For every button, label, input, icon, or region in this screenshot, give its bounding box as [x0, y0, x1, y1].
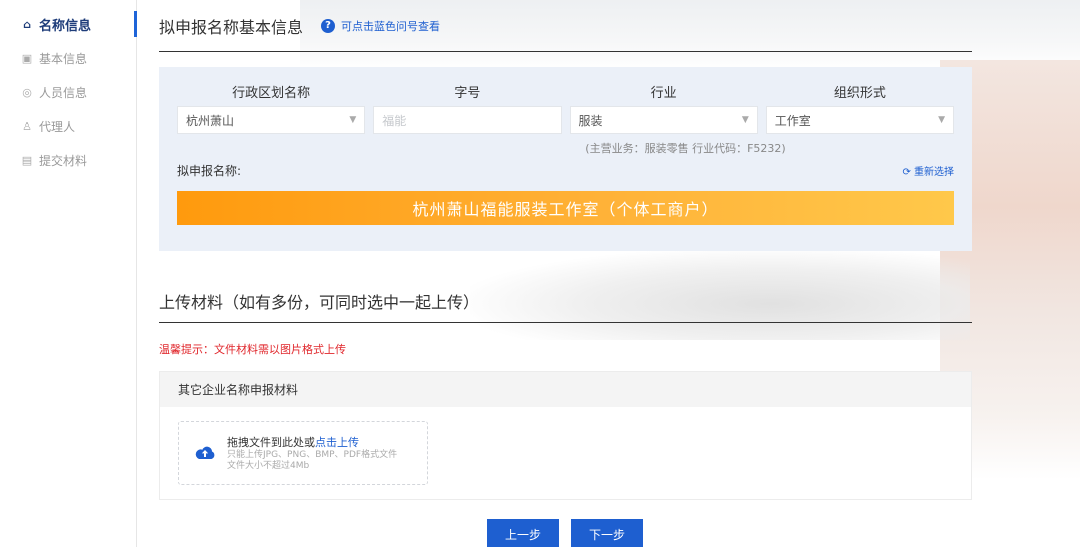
- drop-text: 拖拽文件到此处或: [227, 436, 315, 449]
- sidebar-item-agent[interactable]: ♙ 代理人: [0, 109, 136, 143]
- agent-icon: ♙: [22, 119, 32, 133]
- industry-select[interactable]: 服装 ▼: [569, 106, 758, 134]
- reselect-button[interactable]: ⟳ 重新选择: [902, 163, 954, 178]
- upload-warning: 温馨提示：文件材料需以图片格式上传: [159, 343, 346, 356]
- refresh-icon: ⟳: [902, 167, 914, 178]
- next-step-button[interactable]: 下一步: [571, 519, 643, 547]
- industry-value: 服装: [578, 113, 603, 128]
- click-upload-link[interactable]: 点击上传: [315, 436, 359, 449]
- sidebar-item-label: 基本信息: [39, 51, 88, 66]
- main-content: 拟申报名称基本信息 ? 可点击蓝色问号查看 行政区划名称 杭州萧山 ▼ 字号 福…: [159, 0, 972, 500]
- info-card-icon: ▣: [21, 51, 33, 65]
- sidebar-item-name-info[interactable]: ⌂ 名称信息: [0, 7, 137, 41]
- sidebar-item-label: 提交材料: [39, 153, 88, 168]
- person-circle-icon: ◎: [22, 85, 32, 99]
- cloud-upload-icon: [195, 446, 215, 459]
- industry-hint: (主营业务：服装零售 行业代码：F5232): [585, 142, 786, 155]
- sidebar: ⌂ 名称信息 ▣ 基本信息 ◎ 人员信息 ♙ 代理人 ▤ 提交材料: [0, 0, 137, 547]
- sidebar-item-label: 人员信息: [39, 85, 88, 100]
- proposed-name-label: 拟申报名称:: [177, 164, 242, 178]
- step-buttons: 上一步 下一步: [487, 519, 655, 547]
- home-icon: ⌂: [23, 17, 31, 31]
- proposed-name-bar: 杭州萧山福能服装工作室（个体工商户）: [177, 191, 954, 225]
- sidebar-item-submit-materials[interactable]: ▤ 提交材料: [0, 143, 136, 177]
- column-header-org-form: 组织形式: [833, 86, 886, 101]
- drop-hint-format: 只能上传JPG、PNG、BMP、PDF格式文件: [227, 450, 398, 460]
- name-section-header: 拟申报名称基本信息 ? 可点击蓝色问号查看: [159, 0, 972, 52]
- reselect-label: 重新选择: [914, 167, 954, 178]
- page: ⌂ 名称信息 ▣ 基本信息 ◎ 人员信息 ♙ 代理人 ▤ 提交材料 拟申报名称基…: [0, 0, 1080, 547]
- upload-panel-title: 其它企业名称申报材料: [160, 372, 971, 407]
- prev-step-button[interactable]: 上一步: [487, 519, 559, 547]
- drop-hint-size: 文件大小不超过4Mb: [227, 461, 310, 471]
- sidebar-item-label: 名称信息: [39, 18, 92, 34]
- upload-panel: 其它企业名称申报材料 拖拽文件到此处或点击上传 只能上传JPG、PNG、BMP、…: [159, 371, 972, 500]
- help-question-icon[interactable]: ?: [321, 18, 336, 33]
- sidebar-item-personnel[interactable]: ◎ 人员信息: [0, 75, 136, 109]
- document-icon: ▤: [21, 153, 33, 167]
- org-form-value: 工作室: [774, 113, 811, 128]
- sidebar-item-label: 代理人: [39, 119, 76, 134]
- name-form-panel: 行政区划名称 杭州萧山 ▼ 字号 福能 行业 服装 ▼ 组织形式 工作室 ▼ (…: [159, 67, 972, 251]
- sidebar-item-basic-info[interactable]: ▣ 基本信息: [0, 41, 136, 75]
- region-value: 杭州萧山: [186, 113, 235, 128]
- column-header-trade-name: 字号: [454, 86, 481, 101]
- chevron-down-icon: ▼: [349, 115, 357, 125]
- trade-name-placeholder: 福能: [382, 113, 407, 128]
- chevron-down-icon: ▼: [741, 115, 749, 125]
- region-select[interactable]: 杭州萧山 ▼: [177, 106, 366, 134]
- org-form-select[interactable]: 工作室 ▼: [765, 106, 954, 134]
- column-header-region: 行政区划名称: [232, 86, 311, 101]
- page-title: 拟申报名称基本信息: [159, 17, 304, 37]
- trade-name-input[interactable]: 福能: [373, 106, 562, 134]
- upload-section-header: 上传材料（如有多份，可同时选中一起上传）: [159, 279, 972, 323]
- help-link[interactable]: 可点击蓝色问号查看: [341, 18, 440, 34]
- file-drop-zone[interactable]: 拖拽文件到此处或点击上传 只能上传JPG、PNG、BMP、PDF格式文件 文件大…: [178, 421, 428, 485]
- chevron-down-icon: ▼: [938, 115, 945, 125]
- column-header-industry: 行业: [650, 86, 677, 101]
